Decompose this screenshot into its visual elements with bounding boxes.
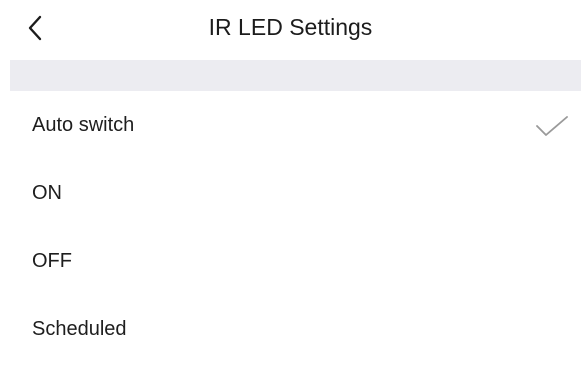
option-label: ON bbox=[32, 182, 62, 204]
header-bar: IR LED Settings bbox=[0, 0, 581, 58]
option-list: Auto switch ON OFF Scheduled bbox=[10, 91, 581, 363]
option-on[interactable]: ON bbox=[10, 159, 581, 227]
option-label: Scheduled bbox=[32, 318, 127, 340]
option-label: Auto switch bbox=[32, 114, 135, 136]
option-scheduled[interactable]: Scheduled bbox=[10, 295, 581, 363]
option-label: OFF bbox=[32, 250, 72, 272]
section-divider bbox=[10, 60, 581, 91]
checkmark-icon bbox=[535, 115, 569, 142]
option-auto-switch[interactable]: Auto switch bbox=[10, 91, 581, 159]
option-off[interactable]: OFF bbox=[10, 227, 581, 295]
page-title: IR LED Settings bbox=[208, 14, 373, 40]
